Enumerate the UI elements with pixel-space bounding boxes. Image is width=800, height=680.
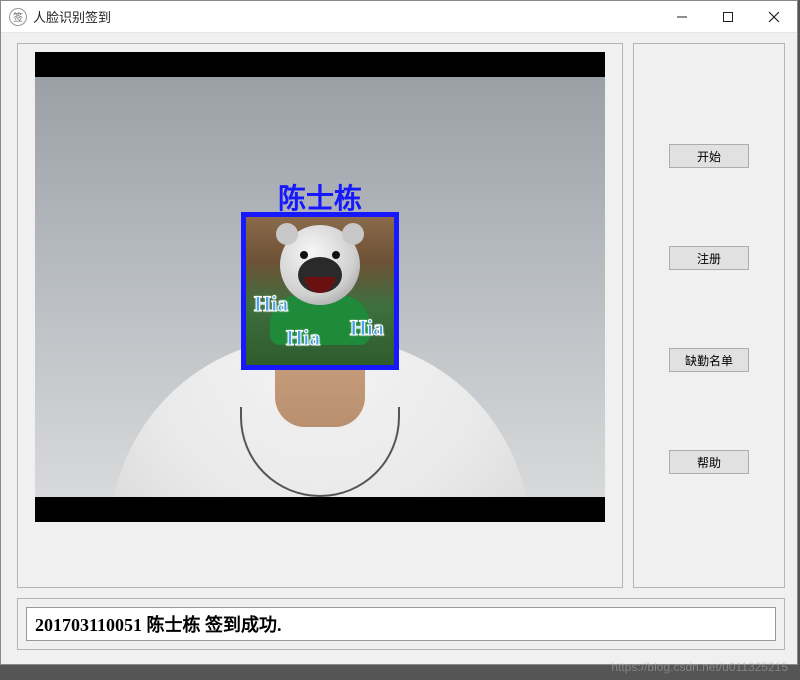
absent-list-button[interactable]: 缺勤名单 (669, 348, 749, 372)
help-button[interactable]: 帮助 (669, 450, 749, 474)
bear-head-icon (280, 225, 360, 305)
video-panel: 陈士栋 Hia (17, 43, 623, 588)
overlay-text: Hia (350, 315, 384, 341)
client-area: 陈士栋 Hia (1, 33, 797, 664)
upper-area: 陈士栋 Hia (17, 43, 785, 588)
maximize-button[interactable] (705, 1, 751, 32)
status-message: 201703110051 陈士栋 签到成功. (26, 607, 776, 641)
close-button[interactable] (751, 1, 797, 32)
status-panel: 201703110051 陈士栋 签到成功. (17, 598, 785, 650)
side-panel: 开始 注册 缺勤名单 帮助 (633, 43, 785, 588)
minimize-button[interactable] (659, 1, 705, 32)
window-title: 人脸识别签到 (33, 7, 111, 26)
camera-feed: 陈士栋 Hia (35, 77, 605, 497)
app-icon: 签 (9, 8, 27, 26)
face-bounding-box: Hia Hia Hia (241, 212, 399, 370)
minimize-icon (676, 11, 688, 23)
overlay-text: Hia (254, 291, 288, 317)
start-button[interactable]: 开始 (669, 144, 749, 168)
window-controls (659, 1, 797, 32)
titlebar: 签 人脸识别签到 (1, 1, 797, 33)
video-frame: 陈士栋 Hia (35, 52, 605, 522)
register-button[interactable]: 注册 (669, 246, 749, 270)
maximize-icon (722, 11, 734, 23)
app-window: 签 人脸识别签到 (0, 0, 798, 665)
recognized-name-label: 陈士栋 (278, 177, 362, 217)
overlay-text: Hia (286, 325, 320, 351)
close-icon (768, 11, 780, 23)
